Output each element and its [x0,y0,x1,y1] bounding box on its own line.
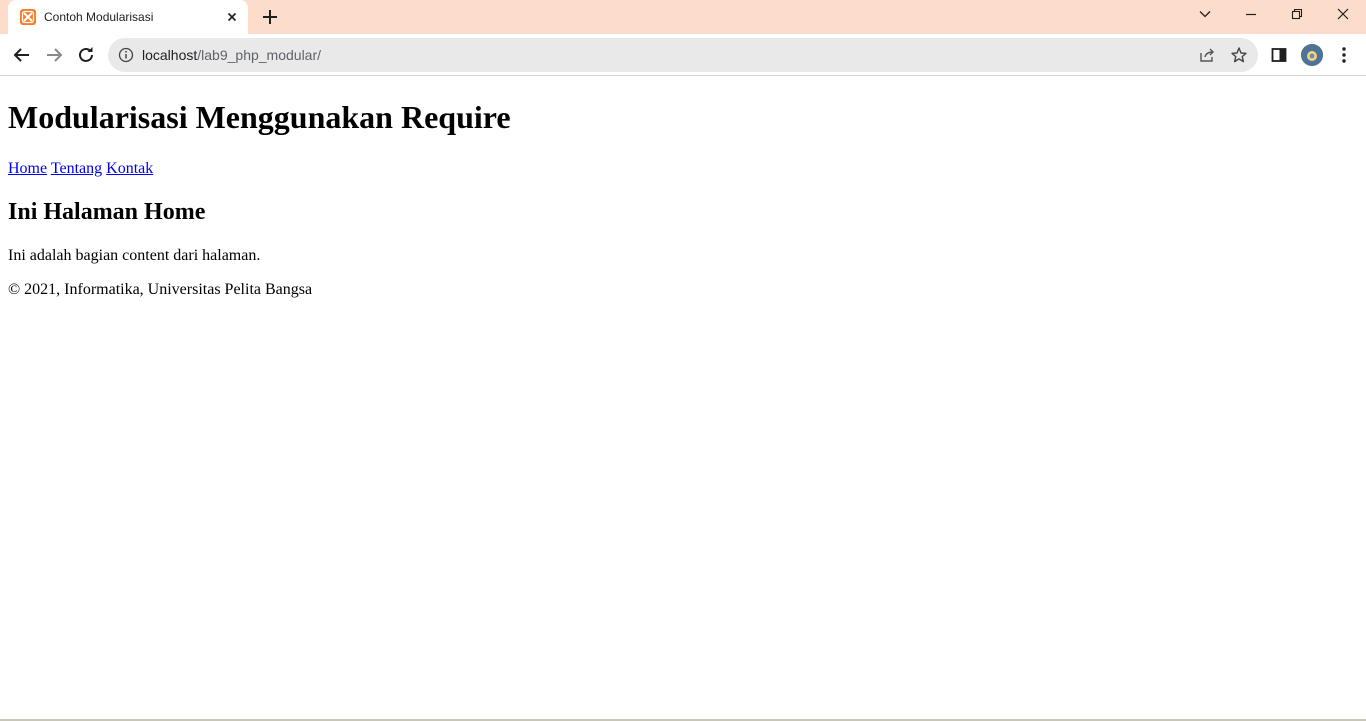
tab-search-icon[interactable] [1182,0,1228,30]
share-icon[interactable] [1198,46,1216,64]
site-info-icon[interactable] [118,47,134,63]
browser-toolbar: localhost/lab9_php_modular/ [0,34,1366,76]
section-heading: Ini Halaman Home [8,199,206,225]
more-menu-icon[interactable] [1336,45,1352,65]
browser-tab[interactable]: Contoh Modularisasi [8,0,248,34]
reload-icon[interactable] [74,43,98,67]
page-content: Modularisasi Menggunakan Require Home Te… [0,77,1366,719]
tab-title: Contoh Modularisasi [44,10,154,24]
url-path: /lab9_php_modular/ [197,47,322,63]
content-text: Ini adalah bagian content dari halaman. [8,247,261,264]
profile-avatar[interactable] [1301,44,1323,66]
bookmark-star-icon[interactable] [1230,46,1248,64]
restore-icon[interactable] [1274,0,1320,30]
tab-strip: Contoh Modularisasi [0,0,1366,34]
address-bar[interactable]: localhost/lab9_php_modular/ [108,38,1258,72]
nav-link-kontak[interactable]: Kontak [106,160,153,177]
xampp-icon [20,9,36,25]
nav-link-home[interactable]: Home [8,160,47,177]
new-tab-icon[interactable] [260,7,280,27]
forward-icon[interactable] [42,43,66,67]
nav-link-tentang[interactable]: Tentang [51,160,102,177]
url-host: localhost [142,47,198,63]
close-window-icon[interactable] [1320,0,1366,30]
site-nav: Home Tentang Kontak [8,159,1358,179]
page-title: Modularisasi Menggunakan Require [8,99,511,135]
side-panel-icon[interactable] [1270,46,1288,64]
tab-close-icon[interactable] [224,9,240,25]
minimize-icon[interactable] [1228,0,1274,30]
back-icon[interactable] [10,43,34,67]
footer-text: © 2021, Informatika, Universitas Pelita … [8,281,313,298]
url-text[interactable]: localhost/lab9_php_modular/ [142,47,321,63]
